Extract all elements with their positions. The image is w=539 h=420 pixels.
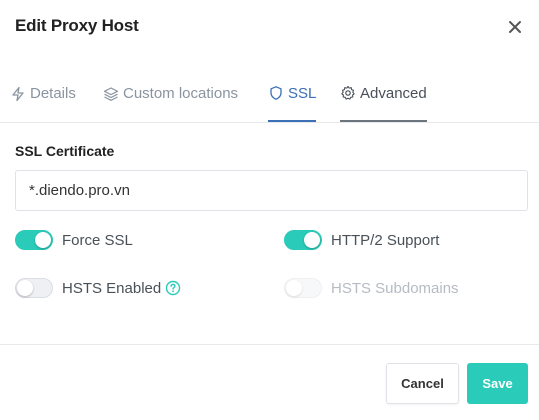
tab-ssl[interactable]: SSL	[268, 66, 317, 122]
modal-footer: Cancel Save	[0, 344, 539, 420]
hsts-enabled-toggle[interactable]: HSTS Enabled	[15, 278, 181, 298]
modal-header: Edit Proxy Host	[0, 0, 539, 56]
lightning-icon	[10, 86, 26, 102]
tab-custom-locations[interactable]: Custom locations	[103, 66, 238, 121]
hsts-enabled-label: HSTS Enabled	[62, 279, 162, 297]
tab-bar: Details Custom locations SSL Advanced	[0, 66, 539, 123]
close-button[interactable]	[503, 15, 527, 39]
ssl-certificate-value: *.diendo.pro.vn	[29, 182, 130, 199]
force-ssl-label: Force SSL	[62, 231, 133, 249]
tab-details-label: Details	[30, 85, 76, 102]
force-ssl-switch[interactable]	[15, 230, 53, 250]
tab-ssl-label: SSL	[288, 84, 317, 102]
hsts-subdomains-label: HSTS Subdomains	[331, 279, 459, 297]
gear-icon	[340, 85, 356, 101]
http2-support-switch[interactable]	[284, 230, 322, 250]
force-ssl-toggle[interactable]: Force SSL	[15, 230, 133, 250]
shield-icon	[268, 85, 284, 101]
save-button[interactable]: Save	[467, 363, 528, 404]
ssl-certificate-label: SSL Certificate	[15, 143, 115, 159]
tab-advanced[interactable]: Advanced	[340, 66, 427, 122]
hsts-subdomains-toggle: HSTS Subdomains	[284, 278, 459, 298]
help-icon[interactable]	[165, 280, 181, 296]
tab-custom-locations-label: Custom locations	[123, 85, 239, 102]
tab-advanced-label: Advanced	[360, 84, 427, 102]
tab-details[interactable]: Details	[10, 66, 76, 121]
hsts-subdomains-switch	[284, 278, 322, 298]
close-icon[interactable]	[503, 15, 527, 39]
http2-support-label: HTTP/2 Support	[331, 231, 440, 249]
modal-title: Edit Proxy Host	[15, 16, 139, 35]
http2-support-toggle[interactable]: HTTP/2 Support	[284, 230, 439, 250]
hsts-enabled-switch[interactable]	[15, 278, 53, 298]
cancel-button[interactable]: Cancel	[386, 363, 459, 404]
ssl-certificate-select[interactable]: *.diendo.pro.vn	[15, 170, 528, 211]
edit-proxy-host-modal: Edit Proxy Host Details Custom locations	[0, 0, 539, 419]
layers-icon	[103, 86, 119, 102]
